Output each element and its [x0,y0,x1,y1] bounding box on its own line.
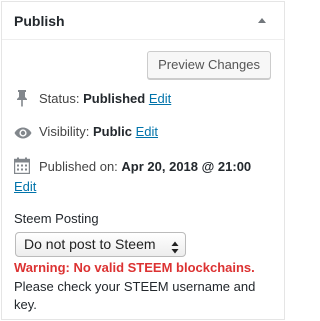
published-on-row: Published on: Apr 20, 2018 @ 21:00 Edit [13,156,276,198]
published-on-label: Published on: [39,159,118,174]
steem-posting-label: Steem Posting [14,211,99,226]
steem-select-value: Do not post to Steem [24,236,156,252]
minor-publishing-actions: Preview Changes [2,40,284,88]
steem-posting-select[interactable]: Do not post to Steem [15,232,186,257]
status-row: Status: Published Edit [14,88,274,110]
panel-title: Publish [14,12,65,29]
select-arrows-icon [171,238,179,254]
status-value: Published [83,91,146,106]
published-on-value: Apr 20, 2018 @ 21:00 [121,159,252,174]
publish-panel-header[interactable]: Publish [2,2,284,40]
published-on-text: Published on: Apr 20, 2018 @ 21:00 [39,157,251,177]
visibility-text: Visibility: Public Edit [39,122,158,142]
visibility-label: Visibility: [39,124,90,139]
status-label: Status: [39,91,80,106]
eye-icon [14,125,32,145]
edit-status-link[interactable]: Edit [149,91,171,106]
publish-panel: Publish Preview Changes Status: Publishe… [1,1,285,320]
triangle-up-icon[interactable] [258,18,266,23]
edit-visibility-link[interactable]: Edit [136,124,158,139]
preview-changes-button[interactable]: Preview Changes [147,51,271,79]
visibility-value: Public [92,124,132,139]
edit-date-link[interactable]: Edit [14,177,36,197]
visibility-row: Visibility: Public Edit [14,121,274,143]
status-text: Status: Published Edit [39,89,171,109]
steem-warning: Warning: No valid STEEM blockchains. [14,260,255,275]
pin-icon [16,89,28,113]
steem-notice: Please check your STEEM username and key… [14,279,256,312]
